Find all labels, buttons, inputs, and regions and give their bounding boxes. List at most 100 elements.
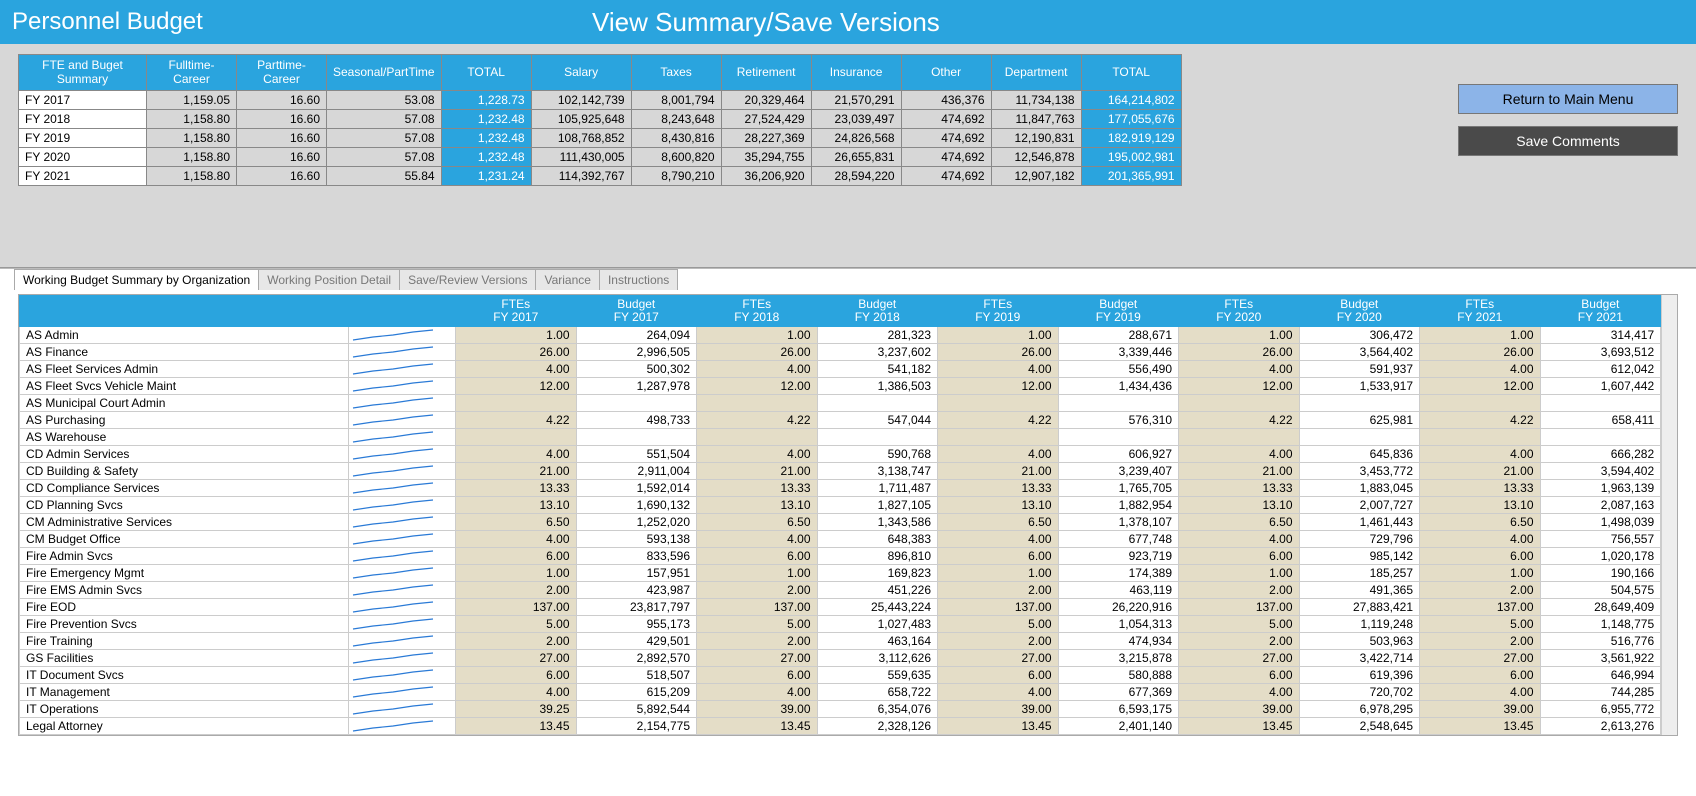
- gap: [0, 208, 1696, 268]
- summary-cell: FY 2017: [19, 91, 147, 110]
- org-row: CM Budget Office4.00593,1384.00648,3834.…: [20, 531, 1661, 548]
- org-cell: [817, 429, 938, 446]
- org-cell: [576, 395, 697, 412]
- org-cell: 2.00: [938, 633, 1059, 650]
- org-cell: 833,596: [576, 548, 697, 565]
- org-cell: 677,369: [1058, 684, 1179, 701]
- org-cell: 13.45: [1179, 718, 1300, 735]
- org-row-label: AS Fleet Svcs Vehicle Maint: [20, 378, 349, 395]
- summary-cell: 474,692: [901, 148, 991, 167]
- org-cell: 21.00: [938, 463, 1059, 480]
- org-col-header: [348, 296, 455, 327]
- tab[interactable]: Variance: [535, 269, 599, 290]
- org-cell: 6,955,772: [1540, 701, 1661, 718]
- org-row: IT Operations39.255,892,54439.006,354,07…: [20, 701, 1661, 718]
- org-cell: 1.00: [938, 565, 1059, 582]
- org-cell: 4.00: [697, 531, 818, 548]
- org-cell: 3,453,772: [1299, 463, 1420, 480]
- summary-cell: 26,655,831: [811, 148, 901, 167]
- org-cell: 137.00: [1420, 599, 1541, 616]
- tab[interactable]: Save/Review Versions: [399, 269, 536, 290]
- org-cell: 500,302: [576, 361, 697, 378]
- org-cell: 314,417: [1540, 327, 1661, 344]
- summary-cell: 164,214,802: [1081, 91, 1181, 110]
- summary-cell: FY 2020: [19, 148, 147, 167]
- summary-cell: 23,039,497: [811, 110, 901, 129]
- tab[interactable]: Working Budget Summary by Organization: [14, 269, 259, 290]
- org-cell: 4.00: [938, 684, 1059, 701]
- org-cell: 518,507: [576, 667, 697, 684]
- org-cell: 288,671: [1058, 327, 1179, 344]
- org-row-label: Fire Emergency Mgmt: [20, 565, 349, 582]
- org-col-header: FTEs FY 2018: [697, 296, 818, 327]
- sparkline-cell: [348, 344, 455, 361]
- org-cell: 658,411: [1540, 412, 1661, 429]
- org-row-label: Fire Admin Svcs: [20, 548, 349, 565]
- org-cell: 1.00: [697, 565, 818, 582]
- sparkline-cell: [348, 616, 455, 633]
- summary-row: FY 20201,158.8016.6057.081,232.48111,430…: [19, 148, 1182, 167]
- sparkline-cell: [348, 395, 455, 412]
- org-cell: 137.00: [938, 599, 1059, 616]
- sparkline-cell: [348, 548, 455, 565]
- sparkline-cell: [348, 667, 455, 684]
- summary-cell: 27,524,429: [721, 110, 811, 129]
- org-row-label: AS Admin: [20, 327, 349, 344]
- sparkline-cell: [348, 480, 455, 497]
- org-cell: 4.00: [1179, 446, 1300, 463]
- org-cell: 6.00: [1179, 667, 1300, 684]
- org-cell: 1.00: [1420, 565, 1541, 582]
- org-cell: 4.22: [697, 412, 818, 429]
- summary-cell: 16.60: [237, 110, 327, 129]
- org-col-header: Budget FY 2021: [1540, 296, 1661, 327]
- summary-cell: 1,158.80: [147, 129, 237, 148]
- org-cell: 26.00: [1179, 344, 1300, 361]
- org-cell: 645,836: [1299, 446, 1420, 463]
- org-cell: 4.00: [1179, 684, 1300, 701]
- summary-cell: 28,227,369: [721, 129, 811, 148]
- summary-cell: 35,294,755: [721, 148, 811, 167]
- org-cell: 39.25: [456, 701, 577, 718]
- org-cell: 39.00: [938, 701, 1059, 718]
- org-row-label: CM Administrative Services: [20, 514, 349, 531]
- tab[interactable]: Instructions: [599, 269, 678, 290]
- summary-row: FY 20171,159.0516.6053.081,228.73102,142…: [19, 91, 1182, 110]
- org-cell: 625,981: [1299, 412, 1420, 429]
- org-cell: 463,164: [817, 633, 938, 650]
- org-cell: 13.45: [456, 718, 577, 735]
- org-cell: 2.00: [1179, 582, 1300, 599]
- org-cell: 896,810: [817, 548, 938, 565]
- summary-cell: FY 2019: [19, 129, 147, 148]
- org-cell: 4.22: [1420, 412, 1541, 429]
- org-cell: 4.00: [697, 361, 818, 378]
- org-cell: 1,533,917: [1299, 378, 1420, 395]
- summary-cell: 57.08: [327, 148, 442, 167]
- org-cell: 5,892,544: [576, 701, 697, 718]
- org-cell: 985,142: [1299, 548, 1420, 565]
- return-main-menu-button[interactable]: Return to Main Menu: [1458, 84, 1678, 114]
- org-cell: 4.00: [1420, 531, 1541, 548]
- org-row: Fire EMS Admin Svcs2.00423,9872.00451,22…: [20, 582, 1661, 599]
- org-cell: 4.00: [697, 684, 818, 701]
- org-cell: [1540, 429, 1661, 446]
- org-cell: 2.00: [697, 582, 818, 599]
- org-cell: 21.00: [1179, 463, 1300, 480]
- org-cell: 5.00: [697, 616, 818, 633]
- org-cell: 2.00: [456, 582, 577, 599]
- org-cell: 451,226: [817, 582, 938, 599]
- vertical-scrollbar[interactable]: [1661, 295, 1677, 735]
- org-cell: 1,054,313: [1058, 616, 1179, 633]
- org-cell: 39.00: [697, 701, 818, 718]
- org-cell: 1,765,705: [1058, 480, 1179, 497]
- org-cell: 1,434,436: [1058, 378, 1179, 395]
- org-cell: 6.50: [938, 514, 1059, 531]
- org-cell: 12.00: [938, 378, 1059, 395]
- org-row-label: GS Facilities: [20, 650, 349, 667]
- save-comments-button[interactable]: Save Comments: [1458, 126, 1678, 156]
- summary-cell: 1,232.48: [441, 129, 531, 148]
- org-cell: 4.00: [1179, 531, 1300, 548]
- button-panel: Return to Main Menu Save Comments: [1182, 54, 1678, 186]
- org-cell: 541,182: [817, 361, 938, 378]
- summary-cell: 1,232.48: [441, 148, 531, 167]
- tab[interactable]: Working Position Detail: [258, 269, 400, 290]
